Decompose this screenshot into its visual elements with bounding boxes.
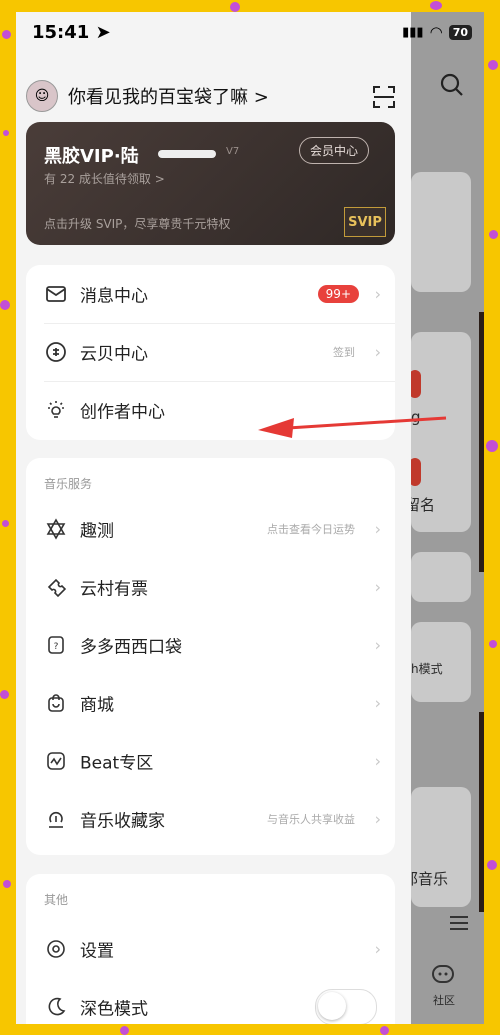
chevron-right-icon: ›: [374, 939, 381, 959]
menu-item-quce[interactable]: 趣测 点击查看今日运势 ›: [26, 500, 395, 558]
confetti-dot: [486, 440, 498, 452]
confetti-dot: [120, 1026, 129, 1035]
time-text: 15:41: [32, 22, 90, 43]
dark-mode-toggle[interactable]: [315, 989, 377, 1024]
confetti-dot: [2, 520, 9, 527]
confetti-dot: [3, 130, 9, 136]
scan-icon[interactable]: [371, 84, 397, 114]
avatar[interactable]: ☺: [26, 80, 58, 112]
pocket-icon: ?: [44, 633, 68, 657]
confetti-dot: [487, 860, 497, 870]
menu-item-label: 商城: [80, 695, 114, 716]
menu-item-hint: 与音乐人共享收益: [267, 813, 355, 826]
background-card: [411, 172, 471, 292]
background-app[interactable]: g 留名 h模式 那音乐 社区: [403, 12, 484, 1024]
confetti-dot: [0, 690, 9, 699]
confetti-dot: [2, 30, 11, 39]
background-text: 社区: [433, 994, 455, 1007]
svip-badge[interactable]: SVIP: [344, 207, 386, 237]
menu-item-hint: 点击查看今日运势: [267, 523, 355, 536]
background-right-image: [479, 712, 484, 912]
wifi-icon: ◠: [429, 23, 443, 41]
section-title: 音乐服务: [44, 477, 93, 491]
signal-icon: ▮▮▮: [402, 24, 424, 40]
chevron-right-icon: ›: [374, 342, 381, 362]
coin-icon: [44, 340, 68, 364]
vip-upgrade-text: 点击升级 SVIP，尽享尊贵千元特权: [44, 217, 231, 231]
menu-item-hint: 签到: [333, 346, 355, 359]
menu-item-duoduo-pocket[interactable]: ? 多多西西口袋 ›: [26, 616, 395, 674]
background-text: h模式: [411, 662, 443, 676]
member-center-button[interactable]: 会员中心: [299, 137, 370, 164]
menu-item-label: 消息中心: [80, 286, 148, 307]
location-icon: ➤: [95, 22, 111, 43]
menu-icon[interactable]: [448, 912, 470, 938]
username[interactable]: 你看见我的百宝袋了嘛 >: [68, 83, 269, 109]
beat-wave-icon: [44, 749, 68, 773]
menu-item-label: 趣测: [80, 521, 114, 542]
background-card: [411, 787, 471, 907]
shopping-bag-icon: [44, 691, 68, 715]
menu-item-label: Beat专区: [80, 753, 154, 774]
confetti-dot: [430, 1, 442, 10]
settings-icon: [44, 937, 68, 961]
phone-screen: g 留名 h模式 那音乐 社区 15:41 ➤ ☺ 你看见我的百宝袋了嘛 > 黑…: [16, 12, 484, 1024]
battery-indicator: 70: [448, 24, 472, 40]
side-drawer: 15:41 ➤ ☺ 你看见我的百宝袋了嘛 > 黑胶VIP·陆 V7 会员中心 有…: [16, 12, 447, 1024]
other-card: 其他 设置 › 深色模式: [26, 874, 395, 1024]
vip-card[interactable]: 黑胶VIP·陆 V7 会员中心 有 22 成长值待领取 > 点击升级 SVIP，…: [26, 122, 395, 245]
confetti-dot: [380, 1026, 389, 1035]
confetti-dot: [0, 300, 10, 310]
confetti-dot: [3, 880, 11, 888]
menu-item-label: 多多西西口袋: [80, 637, 182, 658]
moon-icon: [44, 995, 68, 1019]
chevron-right-icon: ›: [374, 519, 381, 539]
menu-item-dark-mode[interactable]: 深色模式: [26, 978, 395, 1024]
chevron-right-icon: ›: [374, 809, 381, 829]
section-title: 其他: [44, 893, 69, 907]
svg-text:?: ?: [54, 642, 59, 652]
mail-icon: [44, 282, 68, 306]
search-icon[interactable]: [439, 72, 465, 102]
confetti-dot: [230, 2, 240, 12]
menu-item-label: 云村有票: [80, 579, 148, 600]
collector-icon: [44, 807, 68, 831]
background-right-image: [479, 312, 484, 572]
background-card: [411, 552, 471, 602]
star-of-david-icon: [44, 517, 68, 541]
vip-title: 黑胶VIP·陆: [44, 146, 139, 167]
menu-item-yuncun-tickets[interactable]: 云村有票 ›: [26, 558, 395, 616]
vip-growth-link[interactable]: 有 22 成长值待领取 >: [44, 170, 165, 187]
menu-item-music-collector[interactable]: 音乐收藏家 与音乐人共享收益 ›: [26, 790, 395, 848]
menu-item-yunbei-center[interactable]: 云贝中心 签到 ›: [26, 323, 395, 381]
confetti-dot: [489, 230, 498, 239]
menu-item-beat-zone[interactable]: Beat专区 ›: [26, 732, 395, 790]
vip-progress-bar: [158, 150, 216, 158]
menu-item-label: 音乐收藏家: [80, 811, 165, 832]
chevron-right-icon: ›: [374, 284, 381, 304]
menu-item-label: 深色模式: [80, 999, 148, 1020]
menu-item-settings[interactable]: 设置 ›: [26, 920, 395, 978]
lightbulb-icon: [44, 398, 68, 422]
confetti-dot: [488, 60, 498, 70]
vip-level: V7: [226, 146, 240, 157]
chevron-right-icon: ›: [374, 751, 381, 771]
annotation-arrow: [256, 406, 456, 444]
chevron-right-icon: ›: [374, 577, 381, 597]
music-services-card: 音乐服务 趣测 点击查看今日运势 › 云村有票 › ? 多多西西口袋 › 商城 …: [26, 458, 395, 855]
status-time: 15:41 ➤: [32, 22, 111, 43]
chevron-right-icon: ›: [374, 693, 381, 713]
menu-item-shop[interactable]: 商城 ›: [26, 674, 395, 732]
confetti-dot: [489, 640, 497, 648]
community-icon[interactable]: [430, 962, 456, 992]
menu-item-label: 创作者中心: [80, 402, 165, 423]
menu-item-label: 云贝中心: [80, 344, 148, 365]
menu-item-label: 设置: [80, 941, 114, 962]
menu-item-message-center[interactable]: 消息中心 99+ ›: [26, 265, 395, 323]
ticket-icon: [44, 575, 68, 599]
chevron-right-icon: ›: [374, 635, 381, 655]
status-icons: ▮▮▮ ◠ 70: [402, 23, 472, 41]
user-profile-row[interactable]: ☺ 你看见我的百宝袋了嘛 >: [26, 80, 269, 112]
unread-badge: 99+: [317, 285, 359, 303]
